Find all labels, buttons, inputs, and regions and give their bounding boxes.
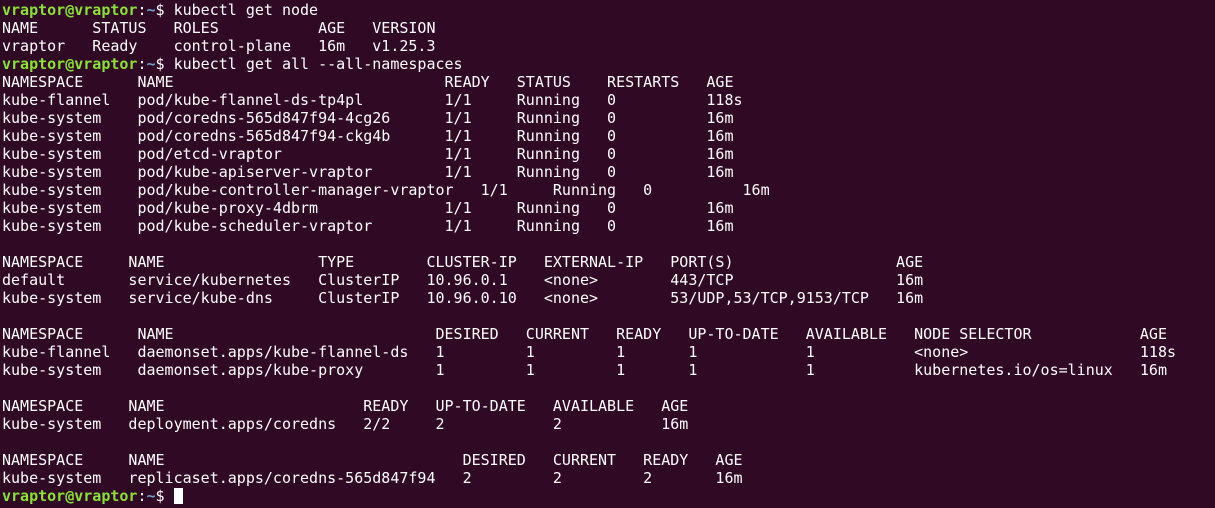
output-line: NAMESPACE NAME TYPE CLUSTER-IP EXTERNAL-… [2,253,924,271]
prompt-symbol: $ [155,55,174,73]
prompt-symbol: $ [155,1,174,19]
prompt-user: vraptor@vraptor [2,55,138,73]
command-text: kubectl get all --all-namespaces [173,55,463,73]
output-line: kube-system pod/kube-controller-manager-… [2,181,770,199]
prompt-path: ~ [146,55,156,73]
output-line: kube-system pod/coredns-565d847f94-4cg26… [2,109,734,127]
prompt-user: vraptor@vraptor [2,1,138,19]
output-line: vraptor Ready control-plane 16m v1.25.3 [2,37,436,55]
output-line: default service/kubernetes ClusterIP 10.… [2,271,924,289]
output-line: kube-system deployment.apps/coredns 2/2 … [2,415,689,433]
output-line: kube-flannel pod/kube-flannel-ds-tp4pl 1… [2,91,743,109]
output-line: NAMESPACE NAME DESIRED CURRENT READY UP-… [2,325,1167,343]
output-line: kube-system pod/kube-scheduler-vraptor 1… [2,217,734,235]
prompt-line: vraptor@vraptor:~$ kubectl get all --all… [2,55,1213,73]
output-line: NAMESPACE NAME READY UP-TO-DATE AVAILABL… [2,397,689,415]
terminal-cursor [173,488,183,504]
output-line: NAMESPACE NAME READY STATUS RESTARTS AGE [2,73,734,91]
prompt-separator: : [137,55,147,73]
output-line: kube-system replicaset.apps/coredns-565d… [2,469,743,487]
output-line: kube-system pod/kube-apiserver-vraptor 1… [2,163,734,181]
output-line: kube-system pod/coredns-565d847f94-ckg4b… [2,127,734,145]
prompt-path: ~ [146,1,156,19]
prompt-path: ~ [146,487,156,505]
command-text: kubectl get node [173,1,319,19]
output-line: kube-system pod/kube-proxy-4dbrm 1/1 Run… [2,199,734,217]
prompt-user: vraptor@vraptor [2,487,138,505]
prompt-symbol: $ [155,487,174,505]
output-line: NAME STATUS ROLES AGE VERSION [2,19,436,37]
output-line: kube-system pod/etcd-vraptor 1/1 Running… [2,145,734,163]
prompt-line: vraptor@vraptor:~$ [2,487,1213,505]
prompt-line: vraptor@vraptor:~$ kubectl get node [2,1,1213,19]
terminal-window[interactable]: vraptor@vraptor:~$ kubectl get node NAME … [2,1,1213,507]
output-line: kube-system service/kube-dns ClusterIP 1… [2,289,924,307]
output-line: kube-system daemonset.apps/kube-proxy 1 … [2,361,1167,379]
output-line: NAMESPACE NAME DESIRED CURRENT READY AGE [2,451,743,469]
prompt-separator: : [137,1,147,19]
output-line: kube-flannel daemonset.apps/kube-flannel… [2,343,1176,361]
prompt-separator: : [137,487,147,505]
